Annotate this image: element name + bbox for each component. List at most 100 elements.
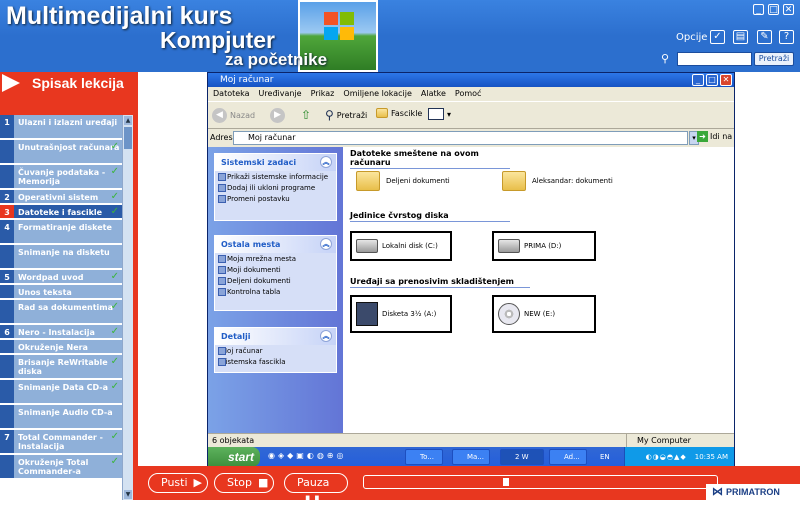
menu-view[interactable]: Prikaz	[311, 89, 335, 98]
place-link[interactable]: Moja mrežna mesta	[215, 253, 336, 264]
folder-shared-documents[interactable]: Deljeni dokumenti	[356, 171, 450, 191]
lesson-item[interactable]: Brisanje ReWritable diska ✓	[0, 355, 122, 379]
minimize-app-button[interactable]: _	[753, 4, 764, 15]
lesson-label: Total Commander - Instalacija	[18, 433, 103, 451]
taskbar-item-active[interactable]: 2 W	[500, 449, 544, 465]
content-margin	[138, 72, 207, 466]
menu-help[interactable]: Pomoć	[455, 89, 482, 98]
taskbar-item[interactable]: Ad...	[549, 449, 587, 465]
cd-drive-icon	[498, 303, 520, 325]
lesson-item[interactable]: 4 Formatiranje diskete	[0, 220, 122, 244]
menu-file[interactable]: Datoteka	[213, 89, 250, 98]
tools-icon[interactable]: ✎	[757, 30, 772, 44]
search-toolbar-button[interactable]: ⚲ Pretraži	[325, 108, 367, 122]
lesson-item[interactable]: Snimanje Data CD-a ✓	[0, 380, 122, 404]
collapse-icon[interactable]: ︽	[320, 238, 332, 250]
folder-icon	[502, 171, 526, 191]
lesson-item[interactable]: Snimanje Audio CD-a	[0, 405, 122, 429]
go-button[interactable]: ➜ Idi na	[697, 131, 732, 142]
task-link[interactable]: Promeni postavku	[215, 193, 336, 204]
drive-label: Disketa 3½ (A:)	[382, 310, 437, 318]
task-link[interactable]: Dodaj ili ukloni programe	[215, 182, 336, 193]
drive-label: Lokalni disk (C:)	[382, 242, 438, 250]
play-button[interactable]: Pusti ▶	[148, 473, 208, 493]
lesson-number: 7	[0, 430, 14, 453]
checkmark-icon: ✓	[110, 326, 119, 337]
lesson-item[interactable]: Unos teksta	[0, 285, 122, 299]
lesson-label: Unos teksta	[18, 288, 72, 297]
close-app-button[interactable]: ✕	[783, 4, 794, 15]
lesson-item[interactable]: Okruženje Total Commander-a ✓	[0, 455, 122, 479]
lesson-item[interactable]: 1 Ulazni i izlazni uređaji	[0, 115, 122, 139]
lesson-item[interactable]: Čuvanje podataka - Memorija ✓	[0, 165, 122, 189]
language-indicator[interactable]: EN	[600, 453, 610, 461]
maximize-icon[interactable]: □	[706, 74, 718, 86]
scroll-thumb[interactable]	[124, 127, 132, 149]
views-button[interactable]: ▾	[428, 108, 451, 120]
folder-icon	[356, 171, 380, 191]
lesson-number	[0, 140, 14, 163]
collapse-icon[interactable]: ︽	[320, 330, 332, 342]
lesson-label: Formatiranje diskete	[18, 223, 112, 232]
address-input[interactable]: Moj računar	[233, 131, 688, 145]
lesson-label: Čuvanje podataka - Memorija	[18, 168, 106, 186]
lesson-item[interactable]: Snimanje na disketu	[0, 245, 122, 269]
lesson-label: Unutrašnjost računara	[18, 143, 120, 152]
lesson-list-scrollbar[interactable]: ▲ ▼	[122, 115, 133, 500]
pause-button[interactable]: Pauza ❚❚	[284, 473, 348, 507]
menu-tools[interactable]: Alatke	[421, 89, 446, 98]
book-icon[interactable]: ▤	[733, 30, 748, 44]
up-button[interactable]: ⇧	[301, 108, 311, 122]
lesson-label: Wordpad uvod	[18, 273, 84, 282]
checkmark-icon: ✓	[110, 191, 119, 202]
place-link[interactable]: Deljeni dokumenti	[215, 275, 336, 286]
panel-title: Sistemski zadaci	[221, 158, 297, 167]
collapse-icon[interactable]: ︽	[320, 156, 332, 168]
forward-button[interactable]: ▶	[270, 108, 285, 123]
scroll-down-icon[interactable]: ▼	[124, 490, 132, 499]
lesson-item[interactable]: Okruženje Nera	[0, 340, 122, 354]
search-input[interactable]	[677, 52, 752, 66]
taskbar-item-label: 2 W	[515, 453, 529, 461]
menu-favorites[interactable]: Omiljene lokacije	[343, 89, 412, 98]
scroll-up-icon[interactable]: ▲	[124, 116, 132, 125]
folders-button[interactable]: Fascikle	[376, 108, 422, 118]
checkbox-icon[interactable]: ✓	[710, 30, 725, 44]
restore-app-button[interactable]: □	[768, 4, 779, 15]
stop-button[interactable]: Stop ■	[214, 473, 274, 493]
lesson-item[interactable]: Rad sa dokumentima ✓	[0, 300, 122, 324]
start-button[interactable]: start	[208, 447, 260, 467]
progress-thumb[interactable]	[503, 478, 510, 486]
back-button[interactable]: ◀ Nazad	[212, 108, 255, 123]
minimize-icon[interactable]: _	[692, 74, 704, 86]
hard-disk-icon	[356, 239, 378, 253]
close-icon[interactable]: ✕	[720, 74, 732, 86]
lesson-item[interactable]: 7 Total Commander - Instalacija ✓	[0, 430, 122, 454]
folder-user-documents[interactable]: Aleksandar: dokumenti	[502, 171, 613, 191]
place-link[interactable]: Moji dokumenti	[215, 264, 336, 275]
drive-a[interactable]: Disketa 3½ (A:)	[350, 295, 452, 333]
hard-disk-icon	[498, 239, 520, 253]
taskbar-item[interactable]: Ma...	[452, 449, 490, 465]
place-link[interactable]: Kontrolna tabla	[215, 286, 336, 297]
lesson-item[interactable]: 3 Datoteke i fascikle ✓	[0, 205, 122, 219]
search-button[interactable]: Pretraži	[754, 52, 794, 66]
views-icon	[428, 108, 444, 120]
back-arrow-icon: ◀	[212, 108, 227, 123]
drive-label: PRIMA (D:)	[524, 242, 562, 250]
checkmark-icon: ✓	[110, 141, 119, 152]
drive-c[interactable]: Lokalni disk (C:)	[350, 231, 452, 261]
drive-e[interactable]: NEW (E:)	[492, 295, 596, 333]
taskbar-item[interactable]: To...	[405, 449, 443, 465]
progress-bar[interactable]	[363, 475, 718, 489]
tray-icons[interactable]: ◐◑◒◓▲◆	[646, 453, 687, 461]
quick-launch-icons[interactable]: ◉◈◆▣◐◍⊕◎	[268, 451, 396, 463]
lesson-item[interactable]: 6 Nero - Instalacija ✓	[0, 325, 122, 339]
lesson-item[interactable]: Unutrašnjost računara ✓	[0, 140, 122, 164]
drive-d[interactable]: PRIMA (D:)	[492, 231, 596, 261]
help-icon[interactable]: ?	[779, 30, 794, 44]
task-link[interactable]: Prikaži sistemske informacije	[215, 171, 336, 182]
menu-edit[interactable]: Uređivanje	[259, 89, 302, 98]
lesson-item[interactable]: 5 Wordpad uvod ✓	[0, 270, 122, 284]
lesson-item[interactable]: 2 Operativni sistem ✓	[0, 190, 122, 204]
